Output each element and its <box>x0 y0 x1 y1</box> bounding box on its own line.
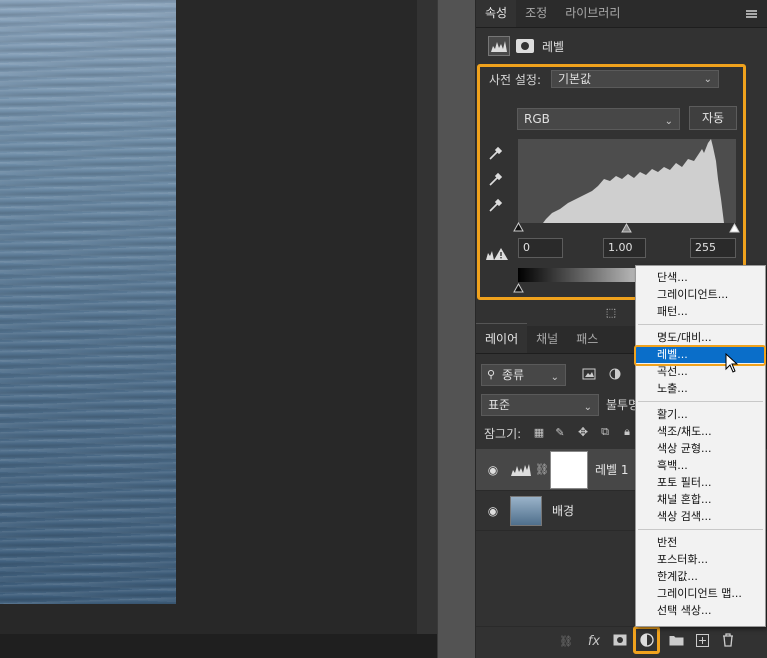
canvas-scrollbar[interactable] <box>417 0 437 634</box>
water-photo-image <box>0 0 176 604</box>
mouse-cursor-icon <box>725 352 739 376</box>
levels-layer-icon <box>510 462 532 478</box>
channel-value: RGB <box>524 112 550 126</box>
chevron-down-icon: ⌄ <box>664 116 673 127</box>
pixel-layer-filter-icon[interactable] <box>581 366 597 382</box>
blend-mode-value: 표준 <box>488 398 511 412</box>
lock-artboard-icon[interactable]: ⧉ <box>598 425 612 439</box>
menu-item-channel-mixer[interactable]: 채널 혼합... <box>636 491 765 508</box>
menu-item-gradient-map[interactable]: 그레이디언트 맵... <box>636 585 765 602</box>
white-input-slider[interactable] <box>729 222 740 236</box>
gamma-input-slider[interactable] <box>621 222 632 236</box>
tab-channels[interactable]: 채널 <box>527 324 567 353</box>
menu-item-gradient[interactable]: 그레이디언트... <box>636 286 765 303</box>
output-gradient-bar <box>518 268 638 282</box>
input-black-field[interactable]: 0 <box>518 238 563 258</box>
menu-item-solid-color[interactable]: 단색... <box>636 269 765 286</box>
chevron-down-icon: ⌄ <box>703 74 712 85</box>
tab-layers[interactable]: 레이어 <box>476 323 528 353</box>
gray-point-eyedropper-icon[interactable] <box>486 169 506 189</box>
menu-item-black-white[interactable]: 흑백... <box>636 457 765 474</box>
tab-adjustments[interactable]: 조정 <box>516 0 556 27</box>
layer-name-background[interactable]: 배경 <box>552 502 574 519</box>
menu-separator <box>638 324 763 325</box>
chevron-down-icon: ⌄ <box>583 402 592 413</box>
add-mask-icon[interactable] <box>612 633 628 647</box>
menu-item-selective-color[interactable]: 선택 색상... <box>636 602 765 619</box>
auto-button[interactable]: 자동 <box>689 106 737 130</box>
mask-icon[interactable] <box>516 39 534 53</box>
channel-dropdown[interactable]: RGB ⌄ <box>517 108 680 130</box>
layer-filter-value: 종류 <box>502 368 525 382</box>
tab-paths[interactable]: 패스 <box>567 324 607 353</box>
menu-item-hue-saturation[interactable]: 색조/채도... <box>636 423 765 440</box>
preset-label: 사전 설정: <box>489 73 542 87</box>
menu-item-threshold[interactable]: 한계값... <box>636 568 765 585</box>
new-fill-adjustment-layer-icon[interactable] <box>639 632 655 648</box>
visibility-eye-icon[interactable]: ◉ <box>476 504 510 518</box>
input-white-field[interactable]: 255 <box>690 238 736 258</box>
adjustment-layer-menu: 단색... 그레이디언트... 패턴... 명도/대비... 레벨... 곡선.… <box>635 265 766 627</box>
canvas-bottom-bar <box>0 634 437 658</box>
clipping-warning-icon[interactable] <box>485 246 509 262</box>
layer-name-levels[interactable]: 레벨 1 <box>595 461 629 478</box>
adjustment-layer-filter-icon[interactable] <box>607 366 623 382</box>
menu-item-invert[interactable]: 반전 <box>636 534 765 551</box>
blend-mode-dropdown[interactable]: 표준 ⌄ <box>481 394 599 416</box>
layer-mask-thumbnail[interactable] <box>550 450 588 489</box>
delete-trash-icon[interactable] <box>721 632 735 648</box>
link-layers-icon[interactable]: ⛓︎ <box>557 634 575 648</box>
panel-menu-icon[interactable] <box>746 10 757 18</box>
background-layer-thumbnail[interactable] <box>510 495 542 526</box>
lock-all-icon[interactable]: 🔒︎ <box>620 425 634 439</box>
lock-label: 잠그기: <box>484 427 522 441</box>
lock-transparent-pixels-icon[interactable]: ▦ <box>532 425 546 439</box>
menu-item-pattern[interactable]: 패턴... <box>636 303 765 320</box>
properties-tabbar: 속성 조정 라이브러리 <box>476 0 767 28</box>
adjustment-title: 레벨 <box>542 40 565 54</box>
preset-dropdown[interactable]: 기본값 ⌄ <box>551 70 719 88</box>
clip-to-layer-icon[interactable]: ⬚ <box>602 305 620 319</box>
menu-item-photo-filter[interactable]: 포토 필터... <box>636 474 765 491</box>
black-point-eyedropper-icon[interactable] <box>486 143 506 163</box>
lock-position-icon[interactable]: ✥ <box>576 425 590 439</box>
tab-properties[interactable]: 속성 <box>476 0 517 27</box>
white-point-eyedropper-icon[interactable] <box>486 195 506 215</box>
tab-libraries[interactable]: 라이브러리 <box>556 0 629 27</box>
levels-menu-highlight <box>634 345 766 366</box>
menu-item-vibrance[interactable]: 활기... <box>636 406 765 423</box>
menu-item-color-lookup[interactable]: 색상 검색... <box>636 508 765 525</box>
levels-histogram <box>518 139 736 223</box>
menu-separator <box>638 529 763 530</box>
black-input-slider[interactable] <box>513 221 524 235</box>
search-icon: ⚲ <box>487 368 496 381</box>
menu-item-brightness-contrast[interactable]: 명도/대비... <box>636 329 765 346</box>
black-output-slider[interactable] <box>513 282 524 296</box>
new-group-folder-icon[interactable] <box>668 633 684 647</box>
input-gamma-field[interactable]: 1.00 <box>603 238 646 258</box>
lock-image-pixels-icon[interactable]: ✎ <box>553 425 567 439</box>
new-layer-icon[interactable] <box>695 633 709 647</box>
panel-dock-divider <box>437 0 475 658</box>
chevron-down-icon: ⌄ <box>550 372 559 383</box>
levels-adjustment-icon <box>488 36 510 56</box>
layer-filter-dropdown[interactable]: ⚲ 종류 ⌄ <box>481 364 566 386</box>
menu-item-color-balance[interactable]: 색상 균형... <box>636 440 765 457</box>
histogram-graph <box>543 139 724 223</box>
fx-icon[interactable]: fx <box>585 632 603 650</box>
link-chain-icon[interactable]: ⛓︎ <box>535 463 549 476</box>
menu-item-exposure[interactable]: 노출... <box>636 380 765 397</box>
preset-value: 기본값 <box>558 72 592 86</box>
menu-item-posterize[interactable]: 포스터화... <box>636 551 765 568</box>
menu-separator <box>638 401 763 402</box>
visibility-eye-icon[interactable]: ◉ <box>476 463 510 477</box>
